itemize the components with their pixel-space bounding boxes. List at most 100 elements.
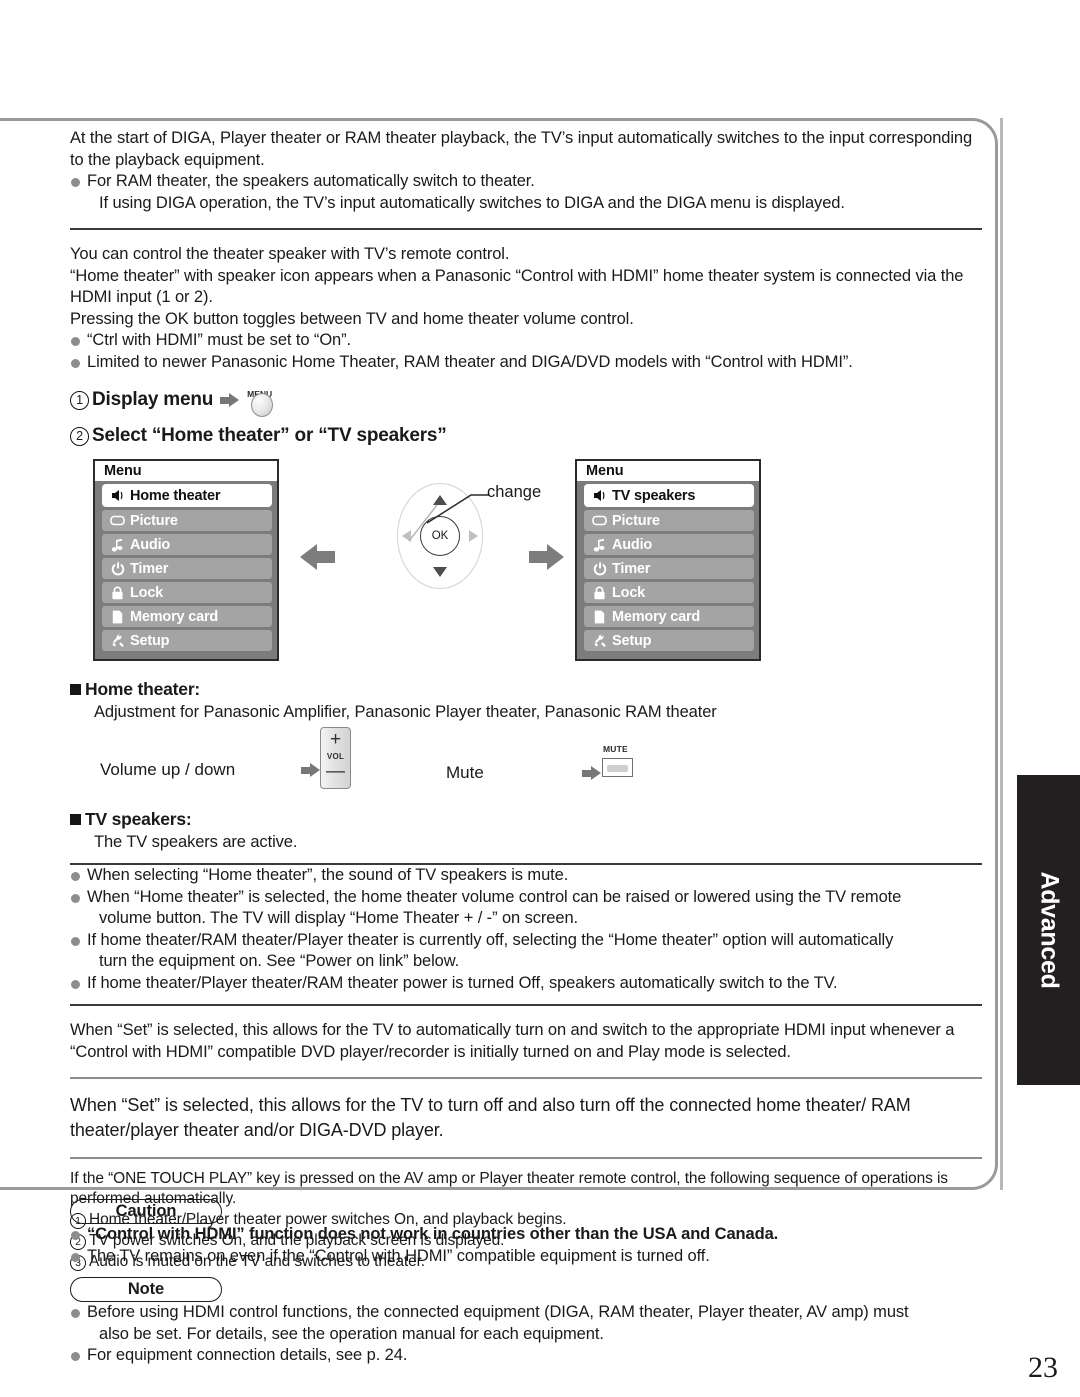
step-1-number: 1 [70,390,89,410]
menu-item-label: Lock [612,584,646,601]
list-item: When selecting “Home theater”, the sound… [70,865,982,887]
speaker-paragraph-1: You can control the theater speaker with… [70,245,510,263]
menu-item-picture[interactable]: Picture [584,510,754,531]
picture-icon [589,515,610,526]
menu-title: Menu [577,461,759,481]
list-item: If using DIGA operation, the TV’s input … [99,193,845,212]
tv-speakers-heading: TV speakers: [70,807,982,831]
speaker-control-block: You can control the theater speaker with… [70,244,982,373]
list-item: The TV remains on even if the “Control w… [70,1246,1000,1268]
intro-bullets: For RAM theater, the speakers automatica… [70,171,982,214]
intro-block: At the start of DIGA, Player theater or … [70,128,982,214]
home-theater-description: Adjustment for Panasonic Amplifier, Pana… [94,703,717,721]
picture-icon [107,515,128,526]
music-note-icon [107,538,128,552]
menu-remote-button[interactable]: MENU [246,383,280,417]
arrow-right-icon [582,766,601,781]
menu-item-picture[interactable]: Picture [102,510,272,531]
menu-item-memory-card[interactable]: Memory card [584,606,754,627]
menu-item-home-theater[interactable]: Home theater [102,484,272,507]
square-bullet-icon [70,814,81,825]
speaker-icon [107,489,128,502]
menu-item-label: Home theater [130,487,221,504]
mute-key-cap: MUTE [603,744,628,754]
menu-items: Home theater Picture Audio Timer Lock Me… [95,481,277,651]
setup-wrench-icon [107,634,128,648]
speaker-icon [589,489,610,502]
menu-item-label: Setup [612,632,652,649]
arrow-left-icon [300,544,335,570]
memory-card-icon [107,610,128,624]
volume-key[interactable]: + VOL — [320,727,351,789]
speaker-bullets: “Ctrl with HDMI” must be set to “On”. Li… [70,330,982,373]
arrow-down-icon[interactable] [433,567,447,577]
right-rail-divider [1000,118,1003,1190]
step-2-label: Select “Home theater” or “TV speakers” [92,425,447,446]
speaker-paragraph-3: Pressing the OK button toggles between T… [70,309,634,328]
volume-up-label: + [329,729,342,750]
power-off-link-paragraph: When “Set” is selected, this allows for … [70,1095,911,1140]
list-item: If home theater/RAM theater/Player theat… [70,930,982,952]
mute-key[interactable]: MUTE [602,744,640,779]
caution-pill: Caution [70,1199,222,1224]
advanced-tab-label: Advanced [1035,871,1063,989]
separator [70,1004,982,1006]
menu-item-lock[interactable]: Lock [102,582,272,603]
tv-speakers-heading-text: TV speakers: [85,809,192,829]
list-item: “Ctrl with HDMI” must be set to “On”. [70,330,982,352]
home-theater-heading-text: Home theater: [85,679,201,699]
intro-paragraph: At the start of DIGA, Player theater or … [70,129,973,169]
step-2-select-speaker: 2 Select “Home theater” or “TV speakers” [70,423,982,449]
section-label-vertical: Control with HDMI “HDAVI ControlTM” [1006,358,1036,778]
list-item: When “Home theater” is selected, the hom… [70,887,982,909]
remote-keys-row: Volume up / down + VOL — Mute MUTE [70,727,982,807]
note-pill: Note [70,1277,222,1302]
volume-label: Volume up / down [100,760,236,779]
list-item: volume button. The TV will display “Home… [99,909,578,927]
change-callout-line [426,494,489,524]
menu-item-label: Picture [130,512,178,529]
menu-item-tv-speakers[interactable]: TV speakers [584,484,754,507]
menu-item-audio[interactable]: Audio [584,534,754,555]
menu-button-knob-icon [251,393,274,417]
lock-icon [589,586,610,600]
list-item: also be set. For details, see the operat… [99,1324,604,1343]
list-item: “Control with HDMI” function does not wo… [70,1224,1000,1246]
arrow-right-icon [301,763,320,778]
speaker-paragraph-2: “Home theater” with speaker icon appears… [70,266,964,307]
menu-item-lock[interactable]: Lock [584,582,754,603]
arrow-right-icon[interactable] [469,530,478,542]
menu-item-label: Picture [612,512,660,529]
menu-item-label: Setup [130,632,170,649]
menu-item-label: Memory card [612,608,701,625]
list-item: Limited to newer Panasonic Home Theater,… [70,352,982,374]
menu-title: Menu [95,461,277,481]
power-timer-icon [107,561,128,576]
step-1-display-menu: 1 Display menu MENU [70,383,982,417]
separator [70,1077,982,1079]
memory-card-icon [589,610,610,624]
menu-item-label: Timer [612,560,651,577]
caution-bullets: “Control with HDMI” function does not wo… [70,1224,1000,1267]
menu-item-timer[interactable]: Timer [584,558,754,579]
list-item: For equipment connection details, see p.… [70,1345,1000,1367]
power-timer-icon [589,561,610,576]
note-bullets: Before using HDMI control functions, the… [70,1302,1000,1367]
tv-speakers-description: The TV speakers are active. [94,833,298,851]
menu-item-memory-card[interactable]: Memory card [102,606,272,627]
volume-down-label: — [326,761,345,782]
square-bullet-icon [70,684,81,695]
menu-item-setup[interactable]: Setup [102,630,272,651]
caution-note-section: Caution “Control with HDMI” function doe… [70,1199,1000,1367]
menu-item-audio[interactable]: Audio [102,534,272,555]
menu-item-label: Audio [130,536,171,553]
panel-content: At the start of DIGA, Player theater or … [70,128,982,1272]
separator [70,228,982,230]
arrow-right-icon [529,544,564,570]
menu-item-timer[interactable]: Timer [102,558,272,579]
list-item: If home theater/Player theater/RAM theat… [70,973,982,995]
setup-wrench-icon [589,634,610,648]
list-item: Before using HDMI control functions, the… [70,1302,1000,1324]
menu-item-setup[interactable]: Setup [584,630,754,651]
menu-item-label: Timer [130,560,169,577]
